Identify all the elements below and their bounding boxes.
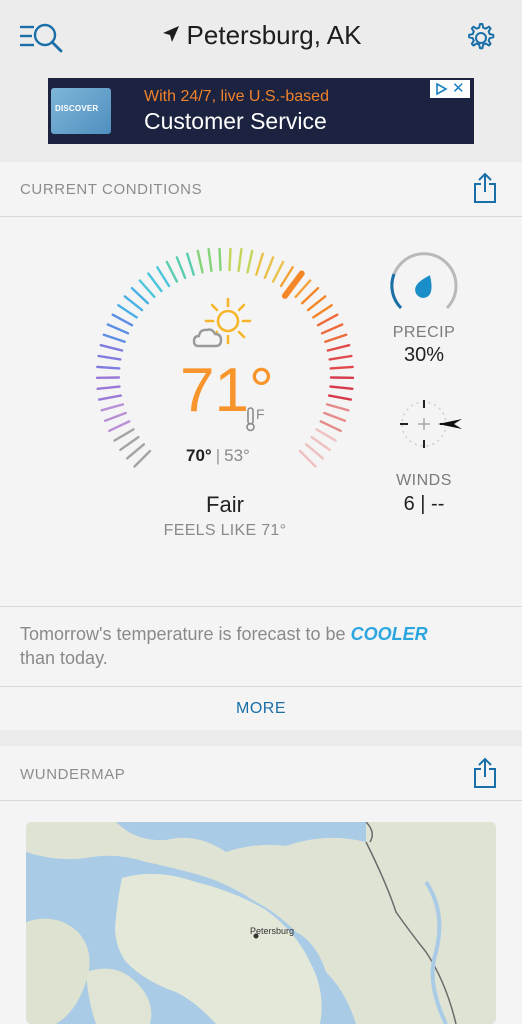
gauge-tick — [98, 394, 122, 401]
high-low-separator: | — [215, 446, 221, 465]
gauge-tick — [119, 435, 140, 452]
gear-icon[interactable] — [462, 20, 498, 56]
temp-unit: F — [256, 406, 265, 422]
gauge-tick — [304, 443, 325, 460]
gauge-tick — [99, 343, 124, 352]
gauge-tick — [175, 256, 187, 279]
gauge-tick — [271, 260, 285, 283]
wundermap-map[interactable]: Petersburg — [26, 822, 496, 1024]
gauge-tick — [103, 411, 127, 422]
high-temp: 70° — [186, 446, 212, 465]
gauge-tick — [312, 304, 333, 319]
thermometer-icon: F — [246, 406, 265, 432]
gauge-tick — [111, 313, 134, 327]
gauge-tick — [329, 365, 354, 370]
partly-sunny-icon — [192, 297, 252, 348]
gauge-tick — [306, 295, 327, 312]
precip-dial-icon — [390, 252, 458, 310]
gauge-tick — [218, 248, 222, 272]
forecast-prefix: Tomorrow's temperature is forecast to be — [20, 624, 351, 644]
winds-label: WINDS — [396, 472, 452, 489]
ad-close-icon[interactable]: ✕ — [452, 80, 465, 98]
gauge-tick — [133, 449, 152, 468]
gauge-tick — [246, 249, 254, 274]
feels-like: FEELS LIKE 71° — [163, 522, 287, 539]
gauge-tick — [310, 435, 331, 452]
divider — [0, 606, 522, 607]
gauge-tick — [125, 443, 146, 460]
location-arrow-icon — [162, 26, 179, 43]
divider — [0, 800, 522, 801]
share-icon[interactable] — [473, 172, 497, 204]
winds-value: 6 | -- — [403, 493, 445, 515]
gauge-tick — [185, 252, 195, 276]
gauge-tick — [228, 248, 232, 272]
gauge-tick — [323, 411, 347, 422]
gauge-tick — [324, 333, 348, 344]
gauge-tick — [147, 272, 163, 293]
gauge-tick — [315, 428, 337, 442]
gauge-tick — [320, 323, 344, 335]
ad-headline: With 24/7, live U.S.-based — [144, 88, 329, 105]
gauge-tick — [123, 295, 144, 312]
forecast-emphasis: COOLER — [350, 624, 428, 644]
gauge-tick — [165, 260, 179, 283]
wundermap-title: WUNDERMAP — [20, 766, 126, 783]
ad-tagline: Customer Service — [144, 108, 327, 134]
gauge-tick — [117, 304, 138, 319]
current-conditions-title: CURRENT CONDITIONS — [20, 181, 203, 198]
gauge-tick — [113, 428, 135, 442]
gauge-tick — [327, 394, 352, 401]
gauge-tick — [298, 449, 317, 468]
gauge-tick — [300, 286, 320, 305]
gauge-tick — [130, 286, 150, 305]
gauge-tick — [325, 403, 350, 412]
gauge-tick — [106, 323, 130, 335]
precip-label: PRECIP — [392, 324, 456, 341]
location-name: Petersburg, AK — [186, 20, 362, 50]
gauge-tick — [100, 403, 125, 412]
gauge-tick — [237, 248, 243, 273]
precip-value: 30% — [403, 344, 445, 366]
discover-card-image: DISCOVER — [51, 88, 111, 134]
gauge-tick — [156, 266, 171, 288]
gauge-tick — [96, 365, 121, 370]
high-low: 70° | 53° — [186, 446, 250, 466]
divider — [0, 686, 522, 687]
gauge-tick — [138, 279, 156, 299]
gauge-tick — [108, 420, 131, 433]
gauge-tick — [326, 343, 351, 352]
gauge-tick — [319, 420, 342, 433]
gauge-tick — [255, 252, 265, 276]
gauge-tick — [196, 249, 204, 274]
gauge-tick — [102, 333, 126, 344]
ad-banner[interactable]: DISCOVER With 24/7, live U.S.-based Cust… — [48, 78, 474, 144]
gauge-tick — [263, 256, 275, 279]
low-temp: 53° — [224, 446, 250, 465]
adchoices-icon[interactable] — [434, 82, 448, 96]
ad-brand: DISCOVER — [55, 104, 99, 113]
wind-compass-icon — [400, 400, 462, 448]
location-title[interactable]: Petersburg, AK — [0, 20, 522, 51]
divider — [0, 216, 522, 217]
gauge-tick — [329, 385, 354, 391]
share-icon[interactable] — [473, 757, 497, 789]
ad-choices[interactable]: ✕ — [430, 80, 470, 98]
gauge-tick — [207, 248, 213, 273]
app-header: Petersburg, AK — [0, 0, 522, 72]
gauge-tick — [328, 354, 353, 361]
gauge-tick — [316, 313, 339, 327]
more-button[interactable]: MORE — [0, 700, 522, 718]
forecast-suffix: than today. — [20, 648, 108, 668]
forecast-summary: Tomorrow's temperature is forecast to be… — [20, 622, 510, 670]
map-label-petersburg: Petersburg — [250, 926, 294, 936]
gauge-tick — [96, 385, 121, 391]
gauge-tick — [97, 354, 122, 361]
